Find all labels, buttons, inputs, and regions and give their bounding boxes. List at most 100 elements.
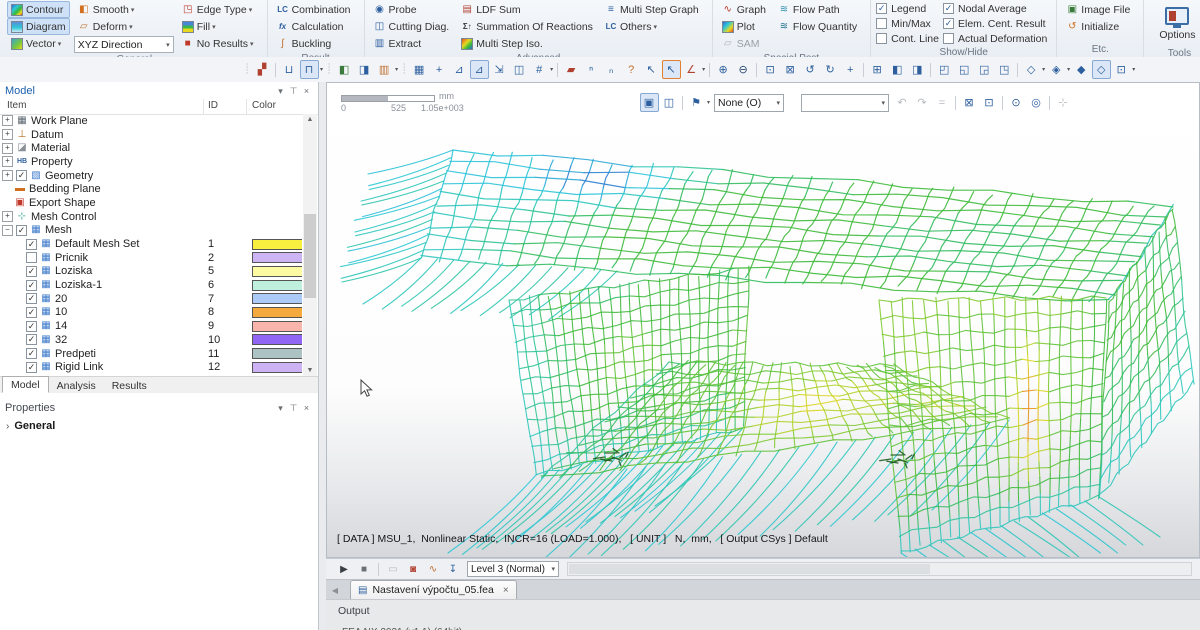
- feature-mode-icon[interactable]: ◈: [1047, 60, 1066, 79]
- lock-open-icon[interactable]: ⊔: [280, 60, 299, 79]
- legend-bar-icon[interactable]: ▥: [375, 60, 394, 79]
- ribbon-button-edge-type[interactable]: ◳Edge Type▾: [178, 1, 258, 18]
- view-iso-d-icon[interactable]: ◳: [995, 60, 1014, 79]
- pan-view-icon[interactable]: +: [841, 60, 860, 79]
- checkbox-predpeti[interactable]: ✓: [26, 348, 37, 359]
- ribbon-button-contour[interactable]: Contour: [7, 1, 70, 18]
- checkbox-pricnik[interactable]: [26, 252, 37, 263]
- ribbon-button-flow-quantity[interactable]: ≋Flow Quantity: [774, 18, 861, 35]
- view-side-icon[interactable]: ◨: [908, 60, 927, 79]
- tree-scrollbar[interactable]: ▲ ▼: [303, 114, 317, 376]
- horizontal-scrollbar[interactable]: [567, 562, 1192, 576]
- zoom-window-icon[interactable]: ⊡: [761, 60, 780, 79]
- tree-item-pricnik[interactable]: ▦Pricnik2: [0, 251, 302, 265]
- tab-scroll-left-icon[interactable]: ◀: [328, 582, 342, 599]
- ribbon-button-initialize[interactable]: ↺Initialize: [1062, 18, 1134, 35]
- panel-menu-icon[interactable]: ▾: [274, 403, 287, 414]
- snap-settings-icon[interactable]: #: [530, 60, 549, 79]
- scroll-up-icon[interactable]: ▲: [303, 114, 317, 125]
- checkbox-nodal-average[interactable]: ✓Nodal Average: [943, 1, 1047, 16]
- result-set-combo[interactable]: None (O)▾: [714, 94, 784, 112]
- ribbon-button-sam[interactable]: ▱SAM: [718, 35, 770, 52]
- save-result-icon[interactable]: ▭: [385, 561, 401, 577]
- ribbon-button-graph[interactable]: ∿Graph: [718, 1, 770, 18]
- checkbox-cont-line[interactable]: Cont. Line: [876, 31, 939, 46]
- properties-group-general[interactable]: › General: [6, 420, 55, 432]
- stop-icon[interactable]: ■: [356, 561, 372, 577]
- ribbon-button-extract[interactable]: ▥Extract: [370, 35, 454, 52]
- tree-item-14[interactable]: ✓▦149: [0, 319, 302, 333]
- tree-item-mesh-control[interactable]: +⊹Mesh Control: [0, 210, 302, 224]
- tree-item-material[interactable]: +◪Material: [0, 141, 302, 155]
- checkbox-20[interactable]: ✓: [26, 293, 37, 304]
- checkbox-mesh[interactable]: ✓: [16, 225, 27, 236]
- tree-item-export-shape[interactable]: ▣Export Shape: [0, 196, 302, 210]
- view-pages-icon[interactable]: ◫: [510, 60, 529, 79]
- close-icon[interactable]: ×: [300, 86, 313, 96]
- play-icon[interactable]: ▶: [336, 561, 352, 577]
- model-viewport[interactable]: 0 525 1.05e+003 mm ▣◫⚑▾ None (O)▾ ▾ ↶↷=⊠…: [326, 82, 1200, 558]
- detail-level-combo[interactable]: Level 3 (Normal)▾: [467, 561, 559, 577]
- copy-screen-icon[interactable]: ◫: [660, 93, 679, 112]
- walk-next-icon[interactable]: ↷: [913, 93, 932, 112]
- walk-equal-icon[interactable]: =: [933, 93, 952, 112]
- expand-icon[interactable]: +: [2, 211, 13, 222]
- checkbox-elem-cent-result[interactable]: ✓Elem. Cent. Result: [943, 16, 1047, 31]
- move-workplane-icon[interactable]: +: [430, 60, 449, 79]
- tree-item-bedding-plane[interactable]: ▬Bedding Plane: [0, 182, 302, 196]
- ribbon-button-vector[interactable]: Vector▾: [7, 35, 70, 52]
- pin-icon[interactable]: ⊤: [287, 86, 300, 97]
- document-tab[interactable]: ▤ Nastavení výpočtu_05.fea ×: [350, 580, 517, 599]
- view-front-icon[interactable]: ◧: [888, 60, 907, 79]
- ribbon-button-buckling[interactable]: ∫Buckling: [273, 35, 355, 52]
- node-label-icon[interactable]: ⁿ: [582, 60, 601, 79]
- tree-item-20[interactable]: ✓▦207: [0, 292, 302, 306]
- expand-icon[interactable]: +: [2, 129, 13, 140]
- workplane-a-icon[interactable]: ⊿: [450, 60, 469, 79]
- checkbox-min-max[interactable]: Min/Max: [876, 16, 939, 31]
- checkbox-32[interactable]: ✓: [26, 334, 37, 345]
- ribbon-button-probe[interactable]: ◉Probe: [370, 1, 454, 18]
- ribbon-button-combination[interactable]: LCCombination: [273, 1, 355, 18]
- ribbon-button-fill[interactable]: Fill▾: [178, 18, 258, 35]
- expand-icon[interactable]: +: [2, 156, 13, 167]
- view-iso-b-icon[interactable]: ◱: [955, 60, 974, 79]
- orbit-free-icon[interactable]: ◎: [1027, 93, 1046, 112]
- tree-item-rigid-link[interactable]: ✓▦Rigid Link12: [0, 360, 302, 374]
- zoom-out-icon[interactable]: ⊖: [734, 60, 753, 79]
- tree-item-datum[interactable]: +⊥Datum: [0, 128, 302, 142]
- tree-item-loziska-1[interactable]: ✓▦Loziska-16: [0, 278, 302, 292]
- tree-item-mesh[interactable]: −✓▦Mesh: [0, 224, 302, 238]
- ribbon-button-multi-step-iso[interactable]: Multi Step Iso.: [457, 35, 597, 52]
- shaded-mode-icon[interactable]: ◆: [1072, 60, 1091, 79]
- wave-icon[interactable]: ∿: [425, 561, 441, 577]
- link-view-icon[interactable]: ⊹: [1054, 93, 1073, 112]
- tree-item-predpeti[interactable]: ✓▦Predpeti11: [0, 347, 302, 361]
- pin-icon[interactable]: ⊤: [287, 403, 300, 414]
- tree-item-default-mesh-set[interactable]: ✓▦Default Mesh Set1: [0, 237, 302, 251]
- checkbox-loziska-1[interactable]: ✓: [26, 280, 37, 291]
- tree-item-10[interactable]: ✓▦108: [0, 306, 302, 320]
- tab-close-icon[interactable]: ×: [503, 585, 509, 596]
- checkbox-10[interactable]: ✓: [26, 307, 37, 318]
- ribbon-button-flow-path[interactable]: ≋Flow Path: [774, 1, 861, 18]
- ribbon-button-diagram[interactable]: Diagram: [7, 18, 70, 35]
- export-download-icon[interactable]: ↧: [445, 561, 461, 577]
- panel-menu-icon[interactable]: ▾: [274, 86, 287, 97]
- select-pick-icon[interactable]: ↖: [642, 60, 661, 79]
- pan-control-icon[interactable]: ⇲: [490, 60, 509, 79]
- panel-tab-results[interactable]: Results: [104, 377, 155, 393]
- ribbon-button-plot[interactable]: Plot: [718, 18, 770, 35]
- view-multi-icon[interactable]: ⊞: [868, 60, 887, 79]
- expand-icon[interactable]: +: [2, 115, 13, 126]
- checkbox-rigid-link[interactable]: ✓: [26, 362, 37, 373]
- hidden-line-mode-icon[interactable]: ◇: [1092, 60, 1111, 79]
- tree-item-work-plane[interactable]: +▦Work Plane: [0, 114, 302, 128]
- scrollbar-thumb[interactable]: [304, 214, 316, 298]
- contour-display-icon[interactable]: ▰: [562, 60, 581, 79]
- ribbon-button-multi-step-graph[interactable]: ≡Multi Step Graph: [601, 1, 703, 18]
- grid-toggle-icon[interactable]: ▦: [410, 60, 429, 79]
- ribbon-button-smooth[interactable]: ◧Smooth▾: [74, 1, 174, 18]
- workplane-b-icon[interactable]: ⊿: [470, 60, 489, 79]
- xyz-direction-combo[interactable]: XYZ Direction▾: [74, 36, 174, 53]
